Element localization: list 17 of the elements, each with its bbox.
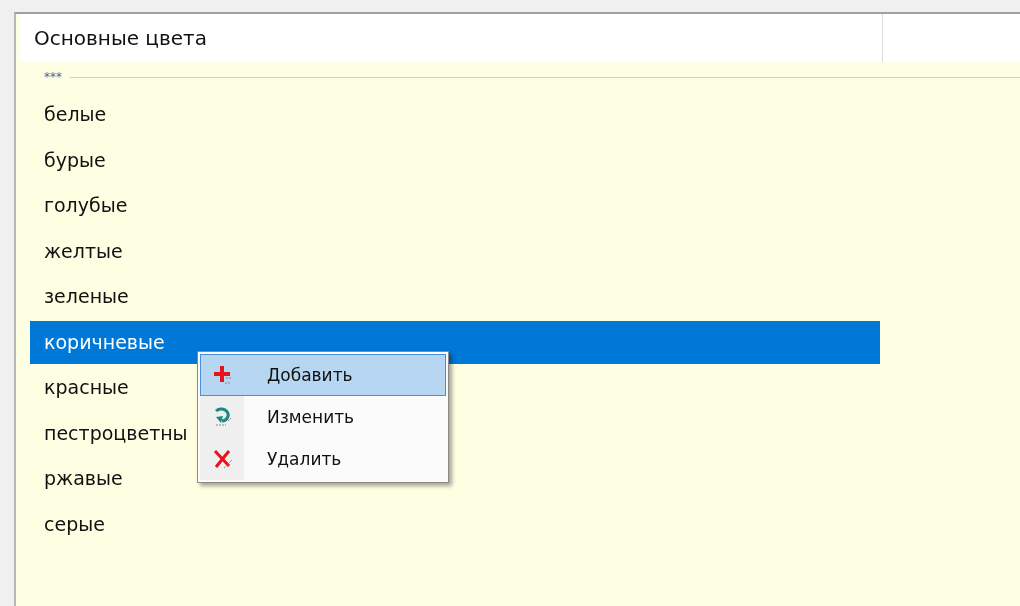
list-item[interactable]: желтые (44, 239, 123, 262)
column-header: Основные цвета (20, 14, 883, 62)
menu-item[interactable]: Добавить (200, 354, 446, 396)
list-item[interactable]: коричневые (44, 330, 165, 353)
plus-icon (212, 364, 234, 386)
list-item[interactable]: голубые (44, 194, 128, 216)
list-item[interactable]: бурые (44, 148, 106, 171)
list-item[interactable]: ржавые (44, 467, 123, 489)
list-item[interactable]: серые (44, 512, 105, 535)
group-label: *** (44, 70, 62, 84)
menu-item[interactable]: Удалить (200, 438, 446, 480)
list-item[interactable]: красные (44, 376, 129, 398)
list-item[interactable]: белые (44, 103, 107, 125)
list-item[interactable]: зеленые (44, 285, 129, 307)
list-item[interactable]: пестроцветны (44, 421, 188, 444)
menu-item[interactable]: Изменить (200, 396, 446, 438)
delete-icon (212, 448, 234, 470)
